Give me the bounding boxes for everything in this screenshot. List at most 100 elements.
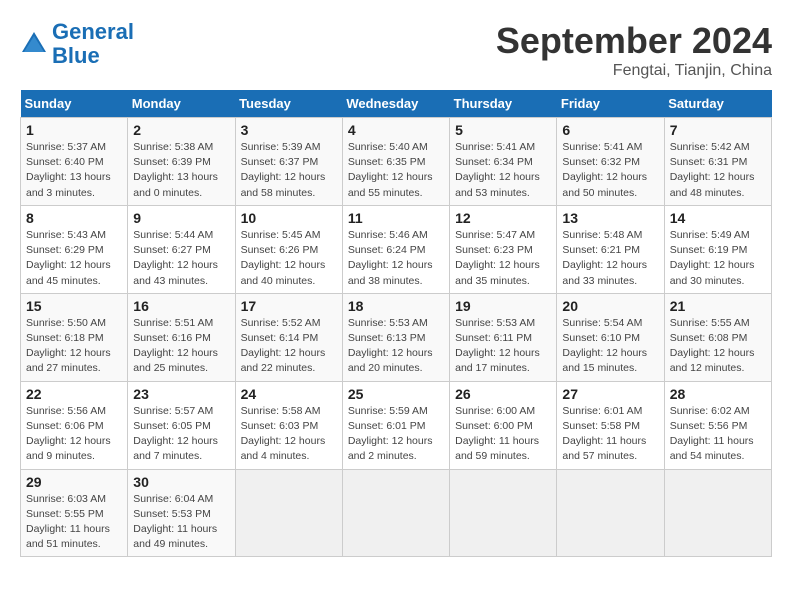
calendar-body: 1 Sunrise: 5:37 AM Sunset: 6:40 PM Daylig… [21,118,772,557]
weekday-header-cell: Wednesday [342,90,449,118]
calendar-cell: 27 Sunrise: 6:01 AM Sunset: 5:58 PM Dayli… [557,381,664,469]
calendar-cell [235,469,342,557]
calendar-cell: 7Sunrise: 5:42 AM Sunset: 6:31 PM Daylig… [664,118,771,206]
day-info: Sunrise: 5:58 AM Sunset: 6:03 PM Dayligh… [241,404,337,465]
day-number: 24 [241,386,337,402]
calendar-cell [664,469,771,557]
calendar-table: SundayMondayTuesdayWednesdayThursdayFrid… [20,90,772,557]
day-number: 9 [133,210,229,226]
calendar-cell: 3 Sunrise: 5:39 AM Sunset: 6:37 PM Daylig… [235,118,342,206]
day-info: Sunrise: 5:41 AM Sunset: 6:32 PM Dayligh… [562,140,658,201]
calendar-cell: 2Sunrise: 5:38 AM Sunset: 6:39 PM Daylig… [128,118,235,206]
calendar-cell: 19 Sunrise: 5:53 AM Sunset: 6:11 PM Dayli… [450,293,557,381]
day-number: 28 [670,386,766,402]
day-number: 17 [241,298,337,314]
calendar-cell: 5Sunrise: 5:41 AM Sunset: 6:34 PM Daylig… [450,118,557,206]
day-info: Sunrise: 6:01 AM Sunset: 5:58 PM Dayligh… [562,404,658,465]
day-info: Sunrise: 5:56 AM Sunset: 6:06 PM Dayligh… [26,404,122,465]
calendar-cell: 16 Sunrise: 5:51 AM Sunset: 6:16 PM Dayli… [128,293,235,381]
calendar-cell: 4 Sunrise: 5:40 AM Sunset: 6:35 PM Daylig… [342,118,449,206]
weekday-header-cell: Thursday [450,90,557,118]
day-number: 26 [455,386,551,402]
day-info: Sunrise: 5:44 AM Sunset: 6:27 PM Dayligh… [133,228,229,289]
calendar-cell: 26 Sunrise: 6:00 AM Sunset: 6:00 PM Dayli… [450,381,557,469]
logo-line1: General [52,19,134,44]
logo-text: General Blue [52,20,134,68]
day-number: 12 [455,210,551,226]
day-info: Sunrise: 5:46 AM Sunset: 6:24 PM Dayligh… [348,228,444,289]
day-info: Sunrise: 5:49 AM Sunset: 6:19 PM Dayligh… [670,228,766,289]
calendar-cell [450,469,557,557]
day-info: Sunrise: 5:43 AM Sunset: 6:29 PM Dayligh… [26,228,122,289]
day-number: 4 [348,122,444,138]
weekday-header-cell: Friday [557,90,664,118]
calendar-cell: 21 Sunrise: 5:55 AM Sunset: 6:08 PM Dayli… [664,293,771,381]
weekday-header-row: SundayMondayTuesdayWednesdayThursdayFrid… [21,90,772,118]
day-number: 1 [26,122,122,138]
day-number: 27 [562,386,658,402]
calendar-cell: 22 Sunrise: 5:56 AM Sunset: 6:06 PM Dayli… [21,381,128,469]
calendar-cell: 30 Sunrise: 6:04 AM Sunset: 5:53 PM Dayli… [128,469,235,557]
day-number: 6 [562,122,658,138]
logo: General Blue [20,20,134,68]
day-info: Sunrise: 5:59 AM Sunset: 6:01 PM Dayligh… [348,404,444,465]
day-info: Sunrise: 5:37 AM Sunset: 6:40 PM Dayligh… [26,140,122,201]
day-number: 3 [241,122,337,138]
day-number: 21 [670,298,766,314]
day-info: Sunrise: 5:52 AM Sunset: 6:14 PM Dayligh… [241,316,337,377]
month-title: September 2024 [496,20,772,62]
calendar-cell: 15 Sunrise: 5:50 AM Sunset: 6:18 PM Dayli… [21,293,128,381]
calendar-cell: 9 Sunrise: 5:44 AM Sunset: 6:27 PM Daylig… [128,205,235,293]
calendar-week-row: 22 Sunrise: 5:56 AM Sunset: 6:06 PM Dayli… [21,381,772,469]
day-info: Sunrise: 5:55 AM Sunset: 6:08 PM Dayligh… [670,316,766,377]
day-info: Sunrise: 5:54 AM Sunset: 6:10 PM Dayligh… [562,316,658,377]
day-info: Sunrise: 5:53 AM Sunset: 6:13 PM Dayligh… [348,316,444,377]
day-info: Sunrise: 5:45 AM Sunset: 6:26 PM Dayligh… [241,228,337,289]
day-number: 29 [26,474,122,490]
calendar-cell: 20 Sunrise: 5:54 AM Sunset: 6:10 PM Dayli… [557,293,664,381]
calendar-cell: 14Sunrise: 5:49 AM Sunset: 6:19 PM Dayli… [664,205,771,293]
day-number: 19 [455,298,551,314]
calendar-cell [342,469,449,557]
day-info: Sunrise: 5:40 AM Sunset: 6:35 PM Dayligh… [348,140,444,201]
day-number: 20 [562,298,658,314]
day-number: 25 [348,386,444,402]
day-info: Sunrise: 6:02 AM Sunset: 5:56 PM Dayligh… [670,404,766,465]
calendar-cell: 23 Sunrise: 5:57 AM Sunset: 6:05 PM Dayli… [128,381,235,469]
day-number: 8 [26,210,122,226]
weekday-header-cell: Saturday [664,90,771,118]
calendar-cell: 6 Sunrise: 5:41 AM Sunset: 6:32 PM Daylig… [557,118,664,206]
calendar-week-row: 15 Sunrise: 5:50 AM Sunset: 6:18 PM Dayli… [21,293,772,381]
day-number: 10 [241,210,337,226]
day-number: 16 [133,298,229,314]
day-info: Sunrise: 5:38 AM Sunset: 6:39 PM Dayligh… [133,140,229,201]
day-info: Sunrise: 6:04 AM Sunset: 5:53 PM Dayligh… [133,492,229,553]
day-info: Sunrise: 5:39 AM Sunset: 6:37 PM Dayligh… [241,140,337,201]
calendar-cell: 24 Sunrise: 5:58 AM Sunset: 6:03 PM Dayli… [235,381,342,469]
weekday-header-cell: Sunday [21,90,128,118]
day-info: Sunrise: 5:57 AM Sunset: 6:05 PM Dayligh… [133,404,229,465]
day-number: 23 [133,386,229,402]
day-info: Sunrise: 6:03 AM Sunset: 5:55 PM Dayligh… [26,492,122,553]
calendar-cell: 13 Sunrise: 5:48 AM Sunset: 6:21 PM Dayli… [557,205,664,293]
day-number: 30 [133,474,229,490]
day-info: Sunrise: 5:53 AM Sunset: 6:11 PM Dayligh… [455,316,551,377]
calendar-cell: 25 Sunrise: 5:59 AM Sunset: 6:01 PM Dayli… [342,381,449,469]
day-number: 13 [562,210,658,226]
day-info: Sunrise: 5:51 AM Sunset: 6:16 PM Dayligh… [133,316,229,377]
day-info: Sunrise: 6:00 AM Sunset: 6:00 PM Dayligh… [455,404,551,465]
day-number: 15 [26,298,122,314]
day-info: Sunrise: 5:47 AM Sunset: 6:23 PM Dayligh… [455,228,551,289]
title-block: September 2024 Fengtai, Tianjin, China [496,20,772,80]
calendar-cell: 12 Sunrise: 5:47 AM Sunset: 6:23 PM Dayli… [450,205,557,293]
weekday-header-cell: Monday [128,90,235,118]
calendar-cell: 28 Sunrise: 6:02 AM Sunset: 5:56 PM Dayli… [664,381,771,469]
calendar-cell: 8 Sunrise: 5:43 AM Sunset: 6:29 PM Daylig… [21,205,128,293]
day-info: Sunrise: 5:50 AM Sunset: 6:18 PM Dayligh… [26,316,122,377]
calendar-week-row: 1 Sunrise: 5:37 AM Sunset: 6:40 PM Daylig… [21,118,772,206]
day-info: Sunrise: 5:42 AM Sunset: 6:31 PM Dayligh… [670,140,766,201]
day-number: 22 [26,386,122,402]
calendar-cell: 18Sunrise: 5:53 AM Sunset: 6:13 PM Dayli… [342,293,449,381]
logo-icon [20,30,48,58]
day-info: Sunrise: 5:48 AM Sunset: 6:21 PM Dayligh… [562,228,658,289]
